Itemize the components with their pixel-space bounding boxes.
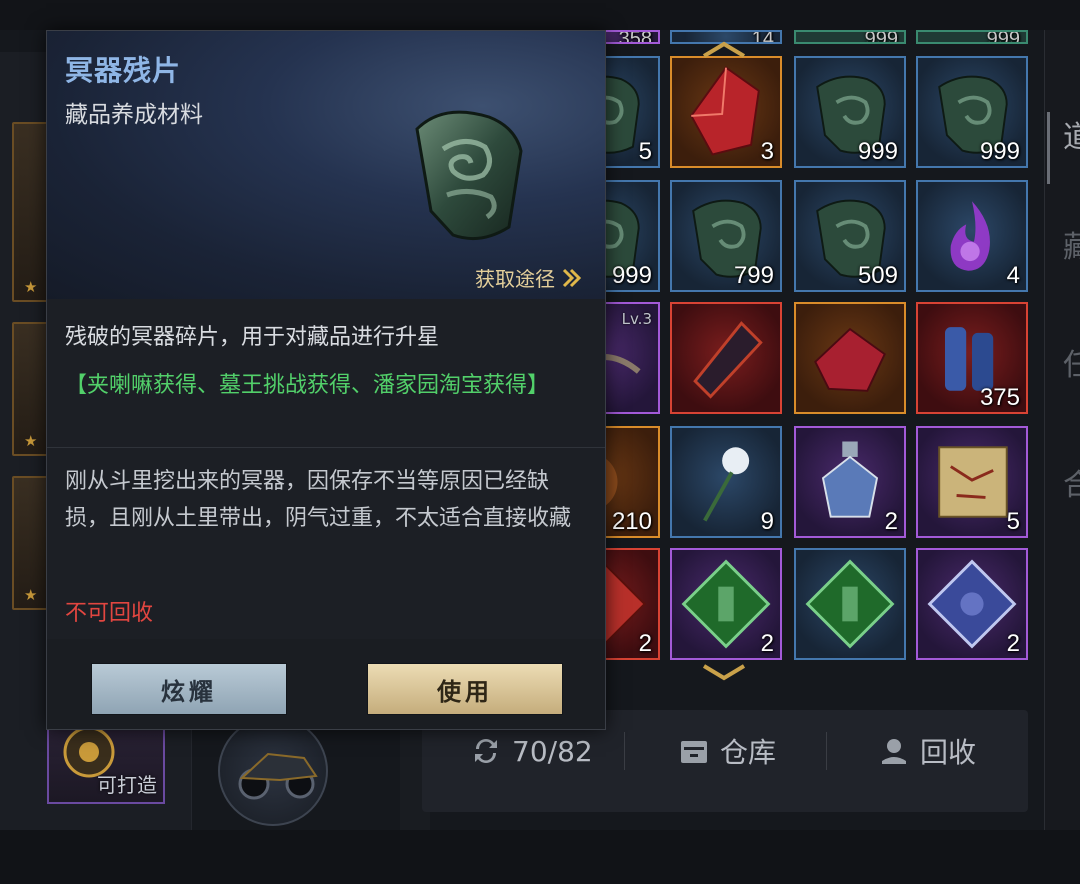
scroll-up-icon[interactable]: [700, 40, 748, 58]
item-count: 4: [1006, 262, 1020, 289]
item-count: 2: [760, 630, 774, 657]
divider: [47, 447, 605, 448]
inventory-cell[interactable]: 799: [670, 180, 782, 292]
item-count: 358: [618, 30, 652, 44]
use-button[interactable]: 使用: [367, 663, 563, 715]
red-cape-icon: [814, 327, 886, 392]
item-level: Lv.3: [621, 310, 652, 328]
dark-blade-icon: [693, 321, 763, 399]
item-count: 3: [760, 138, 774, 165]
double-chevron-right-icon: [562, 268, 582, 287]
item-count: 799: [733, 262, 774, 289]
item-count: 2: [1006, 630, 1020, 657]
vehicle-slot[interactable]: [218, 716, 328, 826]
inventory-cell[interactable]: 2: [916, 548, 1028, 660]
item-count: 509: [857, 262, 898, 289]
item-count: 210: [611, 508, 652, 535]
item-count: 999: [986, 30, 1020, 44]
collection-card[interactable]: ★: [12, 322, 48, 456]
item-count: 2: [884, 508, 898, 535]
inventory-cell[interactable]: 375: [916, 302, 1028, 414]
inventory-cell[interactable]: 509: [794, 180, 906, 292]
inventory-cell[interactable]: 9: [670, 426, 782, 538]
inventory-cell[interactable]: [794, 302, 906, 414]
recycle-label: 回收: [920, 736, 977, 769]
item-count: 2: [638, 630, 652, 657]
star-icon: ★: [24, 278, 38, 296]
game-inventory-screen: ★ ★ ★ 道 藏 任 合 358 14 999 999 5 3 999 999…: [0, 0, 1080, 884]
scroll-down-icon[interactable]: [700, 664, 748, 682]
top-bar: [0, 0, 1080, 30]
show-off-button[interactable]: 炫耀: [91, 663, 287, 715]
item-count: 999: [864, 30, 898, 44]
tab-active-indicator: [1047, 112, 1050, 184]
warehouse-label: 仓库: [720, 736, 777, 769]
obtain-methods: 【夹喇嘛获得、墓王挑战获得、潘家园淘宝获得】: [65, 373, 550, 398]
jade-fragment-icon: [415, 110, 523, 241]
item-count: 999: [611, 262, 652, 289]
capacity-text: 70/82: [512, 734, 593, 768]
item-tooltip: 冥器残片 藏品养成材料 获取途径 残破的冥器碎片，用于对藏品进行升星 【夹喇嘛获…: [46, 30, 606, 730]
item-count: 5: [1006, 508, 1020, 535]
item-count: 999: [857, 138, 898, 165]
green-gem-icon: [805, 559, 895, 649]
refresh-icon: [475, 739, 497, 763]
inventory-cell[interactable]: 3: [670, 56, 782, 168]
inventory-cell[interactable]: 999: [794, 30, 906, 44]
inventory-cell[interactable]: [794, 548, 906, 660]
collection-card[interactable]: ★: [12, 476, 48, 610]
item-count: 5: [638, 138, 652, 165]
category-tabs: 道 藏 任 合: [1044, 30, 1080, 830]
recycle-icon: [882, 739, 906, 764]
item-lore: 刚从斗里挖出来的冥器，因保存不当等原因已经缺损，且刚从土里带出，阴气过重，不太适…: [65, 469, 572, 531]
item-count: 9: [760, 508, 774, 535]
star-icon: ★: [24, 586, 38, 604]
warehouse-button[interactable]: 仓库: [678, 710, 776, 792]
inventory-cell[interactable]: 4: [916, 180, 1028, 292]
motorcycle-icon: [238, 752, 318, 800]
star-icon: ★: [24, 432, 38, 450]
craft-slot[interactable]: 可打造: [47, 720, 165, 804]
tab-item[interactable]: 道: [1063, 112, 1080, 156]
item-count: 375: [979, 384, 1020, 411]
divider: [826, 732, 827, 770]
divider: [624, 732, 625, 770]
inventory-cell[interactable]: 999: [916, 56, 1028, 168]
tooltip-body: 残破的冥器碎片，用于对藏品进行升星 【夹喇嘛获得、墓王挑战获得、潘家园淘宝获得】…: [47, 299, 605, 639]
bottom-strip: [0, 830, 1080, 884]
obtain-source-link[interactable]: 获取途径: [475, 263, 583, 292]
inventory-cell[interactable]: 999: [916, 30, 1028, 44]
obtain-source-label: 获取途径: [475, 267, 555, 291]
warehouse-icon: [681, 741, 707, 763]
item-title: 冥器残片: [65, 54, 182, 87]
item-count: 999: [979, 138, 1020, 165]
item-count: 14: [751, 30, 774, 44]
recycle-button[interactable]: 回收: [878, 710, 976, 792]
recycle-status: 不可回收: [65, 601, 154, 626]
inventory-cell[interactable]: [670, 302, 782, 414]
tooltip-header: 冥器残片 藏品养成材料 获取途径: [47, 31, 605, 299]
item-category: 藏品养成材料: [65, 102, 203, 128]
inventory-cell[interactable]: 2: [794, 426, 906, 538]
tab-collection[interactable]: 藏: [1063, 222, 1080, 266]
inventory-cell[interactable]: 2: [670, 548, 782, 660]
craft-label: 可打造: [97, 773, 157, 797]
inventory-cell[interactable]: 999: [794, 56, 906, 168]
inventory-cell[interactable]: 5: [916, 426, 1028, 538]
item-description: 残破的冥器碎片，用于对藏品进行升星: [65, 325, 440, 350]
collection-card[interactable]: ★: [12, 122, 48, 302]
tab-task[interactable]: 任: [1063, 340, 1080, 384]
tooltip-footer: 炫耀 使用: [47, 639, 605, 729]
tab-compose[interactable]: 合: [1063, 460, 1080, 504]
